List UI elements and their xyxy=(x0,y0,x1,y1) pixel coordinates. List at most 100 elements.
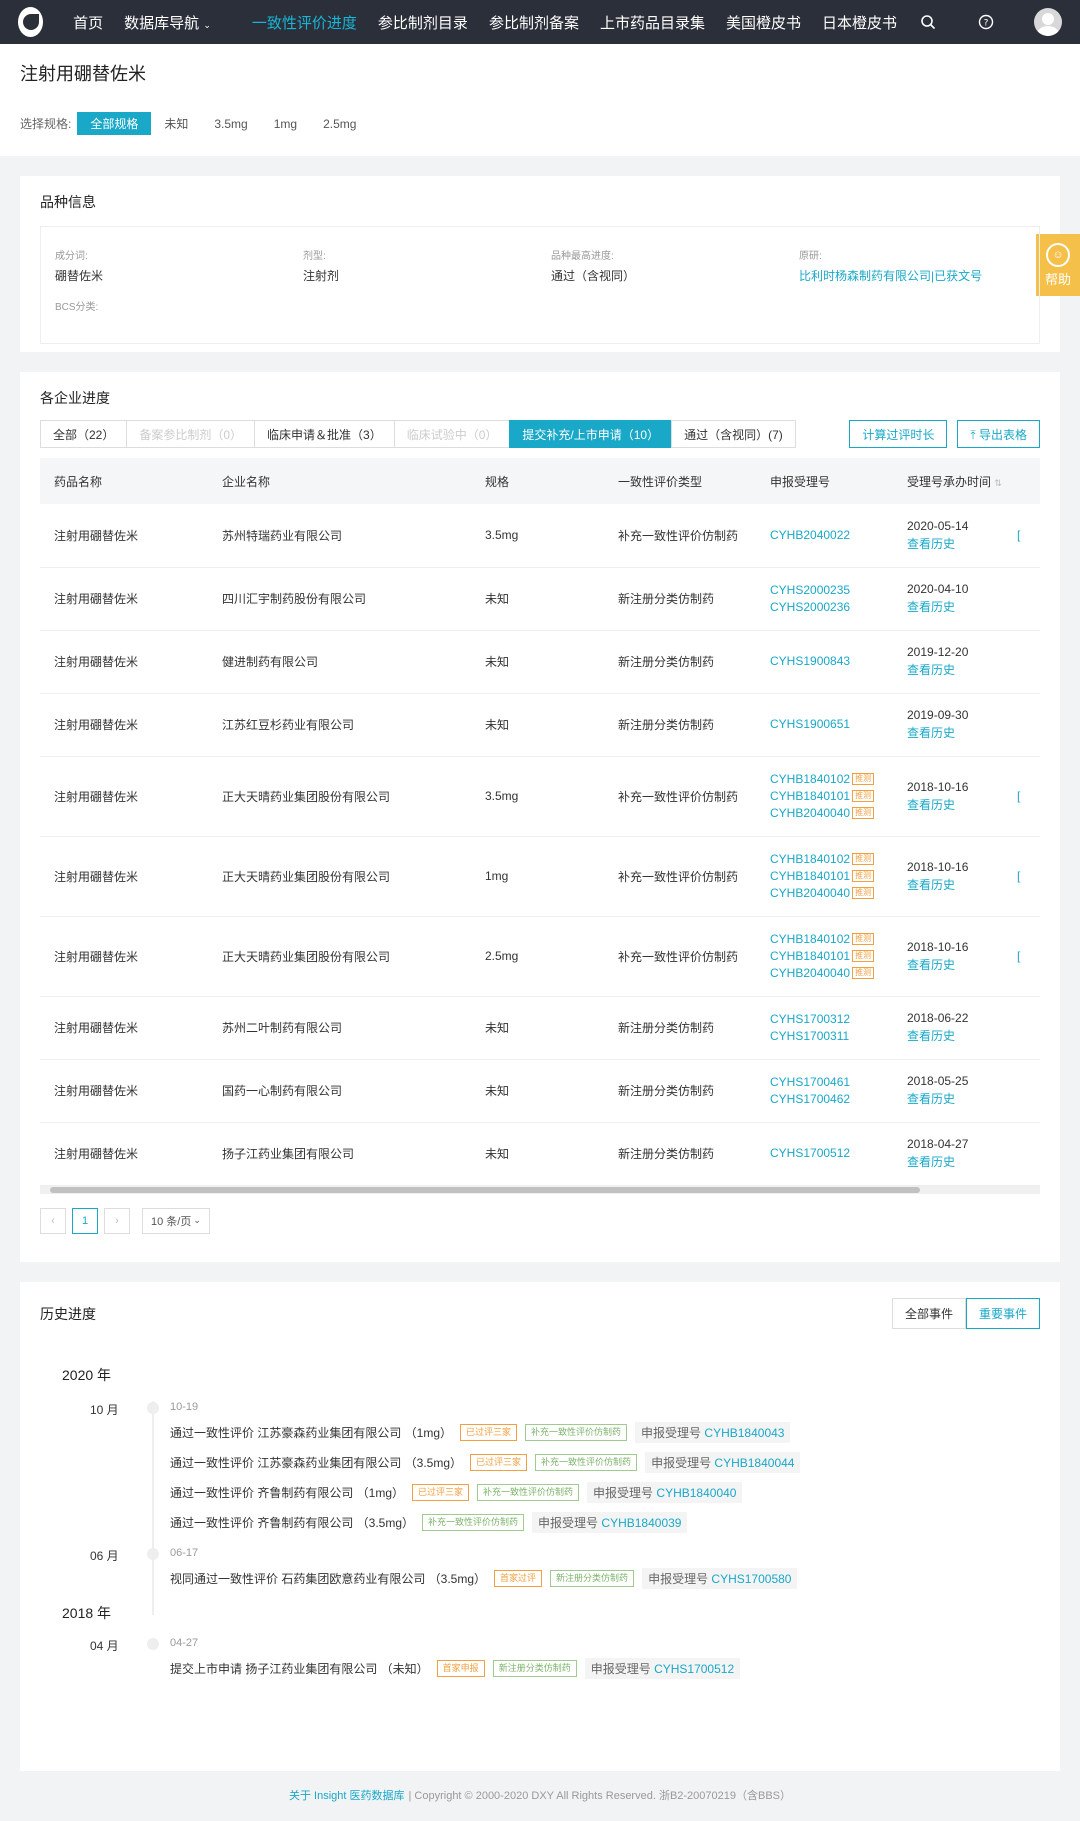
sort-icon[interactable]: ⇅ xyxy=(994,478,1002,488)
event-tag: 已过评三家 xyxy=(412,1484,470,1501)
row-edge-cell xyxy=(1017,1122,1040,1186)
major-events-toggle[interactable]: 重要事件 xyxy=(965,1298,1040,1329)
spec-cell: 2.5mg xyxy=(471,916,604,997)
receipt-number-link[interactable]: CYHS1700512 xyxy=(770,1145,879,1162)
ref-number-link[interactable]: CYHS1700580 xyxy=(711,1572,791,1586)
svg-text:?: ? xyxy=(984,19,989,29)
spec-1mg[interactable]: 1mg xyxy=(261,114,310,134)
tab-all[interactable]: 全部（22） xyxy=(40,420,128,448)
view-history-link[interactable]: 查看历史 xyxy=(907,598,1003,615)
table-row: 注射用硼替佐米 江苏红豆杉药业有限公司 未知 新注册分类仿制药 CYHS1900651 2… xyxy=(40,693,1040,757)
all-events-toggle[interactable]: 全部事件 xyxy=(891,1298,966,1329)
type-cell: 新注册分类仿制药 xyxy=(604,567,756,631)
page-1-button[interactable]: 1 xyxy=(72,1207,98,1234)
ref-number-link[interactable]: CYHS1700512 xyxy=(654,1662,734,1676)
receipt-number-link[interactable]: CYHS1700311 xyxy=(770,1028,879,1045)
receipt-number-link[interactable]: CYHS1700312 xyxy=(770,1011,879,1028)
origin-link[interactable]: 比利时杨森制药有限公司|已获文号 xyxy=(799,269,982,283)
receipt-number-link[interactable]: CYHB2040040 推测 xyxy=(770,805,879,822)
nav-jp-orange-book[interactable]: 日本橙皮书 xyxy=(822,12,897,33)
next-page-button[interactable]: › xyxy=(104,1207,130,1234)
receipt-number-link[interactable]: CYHS1900843 xyxy=(770,653,879,670)
footer: 关于 Insight 医药数据库 | Copyright © 2000-2020… xyxy=(0,1769,1080,1821)
number-cell: CYHB1840102 推测 CYHB1840101 推测 CYHB2040040 推测 xyxy=(756,916,893,997)
avatar[interactable] xyxy=(1034,8,1062,36)
ref-number-link[interactable]: CYHB1840040 xyxy=(656,1486,736,1500)
col-date[interactable]: 受理号承办时间 ⇅ xyxy=(893,458,1017,504)
receipt-number-link[interactable]: CYHB1840101 推测 xyxy=(770,868,879,885)
nav-home[interactable]: 首页 xyxy=(73,12,103,33)
ingredient-value: 硼替佐米 xyxy=(55,269,104,283)
event-text: 提交上市申请 扬子江药业集团有限公司 （未知） xyxy=(170,1662,429,1676)
timeline-2018-04: 04 月 04-27 提交上市申请 扬子江药业集团有限公司 （未知） 首家申报 新注… xyxy=(90,1637,1040,1679)
view-history-link[interactable]: 查看历史 xyxy=(907,796,1003,813)
history-event: 视同通过一致性评价 石药集团欧意药业有限公司 （3.5mg） 首家过评 新注册分类仿… xyxy=(170,1568,1040,1589)
spec-2-5mg[interactable]: 2.5mg xyxy=(310,114,369,134)
horizontal-scrollbar[interactable] xyxy=(40,1185,1040,1194)
type-cell: 新注册分类仿制药 xyxy=(604,1122,756,1186)
view-history-link[interactable]: 查看历史 xyxy=(907,1153,1003,1170)
receipt-number-link[interactable]: CYHS1700462 xyxy=(770,1091,879,1108)
page-size-select[interactable]: 10 条/页 ⌄ xyxy=(142,1207,210,1234)
event-date: 06-17 xyxy=(170,1547,199,1559)
receipt-number-link[interactable]: CYHB1840101 推测 xyxy=(770,948,879,965)
receipt-number-link[interactable]: CYHS1900651 xyxy=(770,716,879,733)
nav-database[interactable]: 数据库导航 ⌄ xyxy=(124,12,211,33)
receipt-number-link[interactable]: CYHB2040040 推测 xyxy=(770,885,879,902)
company-cell: 四川汇宇制药股份有限公司 xyxy=(208,567,471,631)
nav-us-orange-book[interactable]: 美国橙皮书 xyxy=(726,12,801,33)
help-circle-icon[interactable]: ? xyxy=(976,12,996,32)
type-cell: 补充一致性评价仿制药 xyxy=(604,756,756,837)
view-history-link[interactable]: 查看历史 xyxy=(907,1027,1003,1044)
receipt-number-link[interactable]: CYHB2040022 xyxy=(770,527,879,544)
logo[interactable] xyxy=(18,7,44,37)
ref-number-link[interactable]: CYHB1840044 xyxy=(714,1456,794,1470)
tab-clinical-trial: 临床试验中（0） xyxy=(393,420,511,448)
receipt-number-link[interactable]: CYHB1840102 推测 xyxy=(770,771,879,788)
tab-clinical-application[interactable]: 临床申请＆批准（3） xyxy=(254,420,395,448)
nav-consistency[interactable]: 一致性评价进度 xyxy=(252,12,357,33)
view-history-link[interactable]: 查看历史 xyxy=(907,535,1003,552)
row-edge-cell: [ xyxy=(1017,836,1040,917)
help-button[interactable]: ☺ 帮助 xyxy=(1036,234,1080,296)
view-history-link[interactable]: 查看历史 xyxy=(907,724,1003,741)
tab-passed[interactable]: 通过（含视同）(7) xyxy=(671,420,796,448)
about-link[interactable]: 关于 Insight 医药数据库 xyxy=(289,1787,405,1803)
tab-supplement-submission[interactable]: 提交补充/上市申请（10） xyxy=(509,420,673,448)
receipt-number-link[interactable]: CYHB1840102 推测 xyxy=(770,851,879,868)
table-body: 注射用硼替佐米 苏州特瑞药业有限公司 3.5mg 补充一致性评价仿制药 CYHB2040… xyxy=(40,504,1040,1186)
history-event: 通过一致性评价 江苏豪森药业集团有限公司 （3.5mg） 已过评三家 补充一致性评价… xyxy=(170,1452,1040,1473)
receipt-number-link[interactable]: CYHB2040040 推测 xyxy=(770,965,879,982)
prev-page-button[interactable]: ‹ xyxy=(40,1207,66,1234)
company-cell: 扬子江药业集团有限公司 xyxy=(208,1122,471,1186)
receipt-number-link[interactable]: CYHB1840101 推测 xyxy=(770,788,879,805)
table-row: 注射用硼替佐米 四川汇宇制药股份有限公司 未知 新注册分类仿制药 CYHS2000235… xyxy=(40,567,1040,631)
receipt-number-link[interactable]: CYHS1700461 xyxy=(770,1074,879,1091)
nav-listed-drugs[interactable]: 上市药品目录集 xyxy=(600,12,705,33)
event-ref: 申报受理号 CYHS1700512 xyxy=(584,1658,741,1679)
view-history-link[interactable]: 查看历史 xyxy=(907,661,1003,678)
event-ref: 申报受理号 CYHB1840043 xyxy=(635,1422,791,1443)
spec-3-5mg[interactable]: 3.5mg xyxy=(201,114,260,134)
view-history-link[interactable]: 查看历史 xyxy=(907,1090,1003,1107)
scrollbar-thumb[interactable] xyxy=(50,1186,920,1193)
company-cell: 健进制药有限公司 xyxy=(208,630,471,694)
drug-name-cell: 注射用硼替佐米 xyxy=(40,693,208,757)
nav-reference-catalog[interactable]: 参比制剂目录 xyxy=(378,12,468,33)
view-history-link[interactable]: 查看历史 xyxy=(907,876,1003,893)
ref-number-link[interactable]: CYHB1840043 xyxy=(704,1426,784,1440)
receipt-number-link[interactable]: CYHS2000236 xyxy=(770,599,879,616)
date-value: 2020-04-10 xyxy=(907,582,969,596)
page-size-value: 10 条/页 xyxy=(151,1215,192,1228)
view-history-link[interactable]: 查看历史 xyxy=(907,956,1003,973)
spec-unknown[interactable]: 未知 xyxy=(151,112,201,135)
calc-duration-button[interactable]: 计算过评时长 xyxy=(849,420,948,448)
nav-reference-filing[interactable]: 参比制剂备案 xyxy=(489,12,579,33)
export-table-button[interactable]: ⤒ 导出表格 xyxy=(957,420,1040,448)
spec-all[interactable]: 全部规格 xyxy=(77,112,152,135)
receipt-number-link[interactable]: CYHS2000235 xyxy=(770,582,879,599)
receipt-number-link[interactable]: CYHB1840102 推测 xyxy=(770,931,879,948)
search-icon[interactable] xyxy=(918,12,938,32)
estimate-badge: 推测 xyxy=(852,807,875,820)
ref-number-link[interactable]: CYHB1840039 xyxy=(601,1516,681,1530)
